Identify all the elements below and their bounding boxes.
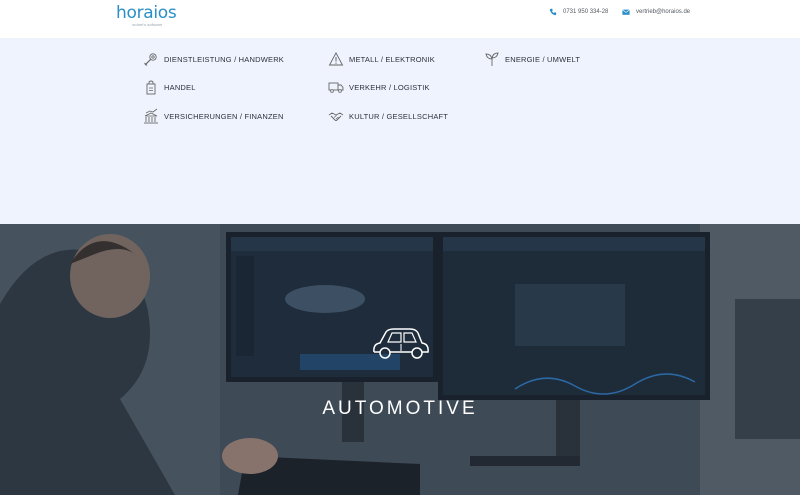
- site-header: horaios ordnet's software 0731 950 334-2…: [0, 0, 800, 38]
- email-address: vertrieb@horaios.de: [636, 9, 691, 15]
- hero-banner: AUTOMOTIVE: [0, 224, 800, 495]
- menu-item-metall[interactable]: METALL / ELEKTRONIK: [327, 50, 435, 68]
- car-icon: [373, 328, 429, 359]
- menu-label: KULTUR / GESELLSCHAFT: [349, 111, 449, 121]
- hero-title: AUTOMOTIVE: [322, 398, 478, 419]
- warning-icon: [327, 50, 345, 68]
- shopping-bag-icon: [142, 78, 160, 96]
- menu-label: ENERGIE / UMWELT: [505, 54, 581, 64]
- truck-icon: [327, 78, 345, 96]
- industry-menu: DIENSTLEISTUNG / HANDWERK METALL / ELEKT…: [0, 38, 800, 224]
- menu-label: DIENSTLEISTUNG / HANDWERK: [164, 54, 285, 64]
- menu-label: VERSICHERUNGEN / FINANZEN: [164, 111, 284, 121]
- handshake-icon: [327, 107, 345, 125]
- envelope-icon: [622, 9, 630, 15]
- plant-icon: [483, 50, 501, 68]
- menu-item-verkehr[interactable]: VERKEHR / LOGISTIK: [327, 78, 430, 96]
- chart-bank-icon: [142, 107, 160, 125]
- menu-item-dienstleistung[interactable]: DIENSTLEISTUNG / HANDWERK: [142, 50, 284, 68]
- phone-number: 0731 950 334-28: [563, 9, 609, 15]
- email-contact[interactable]: vertrieb@horaios.de: [622, 8, 690, 16]
- menu-item-kultur[interactable]: KULTUR / GESELLSCHAFT: [327, 107, 448, 125]
- menu-item-energie[interactable]: ENERGIE / UMWELT: [483, 50, 580, 68]
- menu-label: METALL / ELEKTRONIK: [349, 54, 435, 64]
- phone-contact[interactable]: 0731 950 334-28: [549, 8, 608, 16]
- brand-name: horaios: [116, 3, 177, 23]
- menu-item-handel[interactable]: HANDEL: [142, 78, 196, 96]
- tools-icon: [142, 50, 160, 68]
- menu-label: VERKEHR / LOGISTIK: [349, 82, 430, 92]
- brand-logo[interactable]: horaios ordnet's software: [116, 3, 177, 27]
- phone-icon: [549, 8, 557, 16]
- menu-label: HANDEL: [164, 82, 196, 92]
- menu-item-versicherungen[interactable]: VERSICHERUNGEN / FINANZEN: [142, 107, 284, 125]
